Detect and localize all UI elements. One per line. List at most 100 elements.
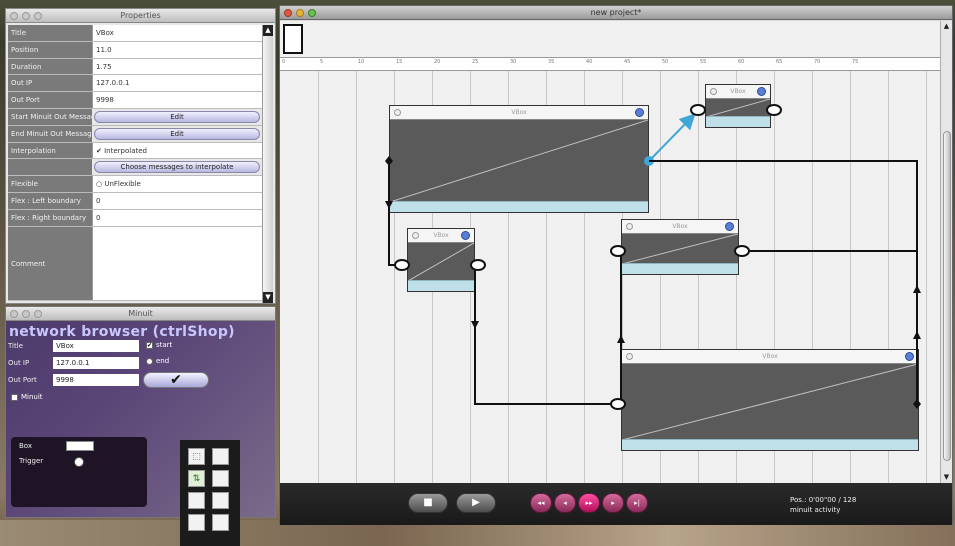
end-checkbox[interactable]: end <box>146 357 169 365</box>
prop-label <box>8 159 92 176</box>
port-icon[interactable] <box>470 259 486 271</box>
prop-row-choose-messages: Choose messages to interpolate <box>8 159 262 177</box>
port-icon[interactable] <box>690 104 706 116</box>
minuit-checkbox[interactable]: Minuit <box>11 393 43 401</box>
trigger-icon[interactable] <box>74 457 84 467</box>
network-browser-title: network browser (ctrlShop) <box>9 324 235 340</box>
minuit-ip-row: Out IP 127.0.0.1 <box>8 356 139 369</box>
prop-duration-field[interactable]: 1.75 <box>92 58 262 75</box>
interpolation-checkbox-label: Interpolated <box>104 146 147 155</box>
tool-slot-icon[interactable] <box>212 470 229 487</box>
scroll-track[interactable] <box>263 36 273 292</box>
relation-line[interactable] <box>474 265 612 405</box>
play-button[interactable]: ▶ <box>456 493 496 513</box>
minuit-port-field[interactable]: 9998 <box>53 373 139 386</box>
prop-row-flex-right: Flex : Right boundary 0 <box>8 209 262 227</box>
choose-messages-button[interactable]: Choose messages to interpolate <box>94 161 260 174</box>
properties-titlebar[interactable]: Properties <box>6 9 275 23</box>
radio-icon: ○ <box>96 180 103 189</box>
minuit-title-field[interactable]: VBox <box>53 339 139 352</box>
relation-line[interactable] <box>649 160 918 404</box>
prop-row-start-message: Start Minuit Out Message Edit <box>8 108 262 126</box>
checkmark-icon: ✔ <box>146 341 153 349</box>
checkmark-icon: ✔ <box>96 146 102 155</box>
anchor-icon[interactable] <box>385 156 393 166</box>
prop-label: Out IP <box>8 75 92 92</box>
prop-position-field[interactable]: 11.0 <box>92 41 262 58</box>
end-checkbox-label: end <box>156 357 170 365</box>
prop-row-duration: Duration 1.75 <box>8 58 262 76</box>
flexible-checkbox-label: UnFlexible <box>104 180 141 189</box>
canvas-scrollbar[interactable]: ▲ ▼ <box>940 21 952 483</box>
tool-slot-icon[interactable] <box>188 514 205 531</box>
prop-row-title: Title VBox <box>8 25 262 42</box>
relation-line-selected[interactable] <box>648 113 696 162</box>
properties-scrollbar[interactable]: ▲ ▼ <box>262 25 273 303</box>
relation-line[interactable] <box>388 161 398 266</box>
select-tool-icon[interactable]: ⬚ <box>188 448 205 465</box>
flex-left-field[interactable]: 0 <box>92 192 262 209</box>
timeline-canvas[interactable]: 0 5 10 15 20 25 30 35 40 45 50 55 60 65 … <box>280 21 940 483</box>
arrow-up-icon <box>913 331 921 339</box>
port-icon[interactable] <box>394 259 410 271</box>
minimize-icon[interactable] <box>22 310 30 318</box>
minuit-port-label: Out Port <box>8 375 37 384</box>
prop-label: Flexible <box>8 176 92 192</box>
confirm-button[interactable]: ✔ <box>143 372 209 388</box>
port-icon[interactable] <box>766 104 782 116</box>
minimize-icon[interactable] <box>22 12 30 20</box>
stop-button[interactable]: ■ <box>408 493 448 513</box>
main-titlebar[interactable]: new project* <box>280 6 952 20</box>
comment-textarea[interactable] <box>92 226 262 300</box>
anchor-icon[interactable] <box>913 399 921 409</box>
minuit-titlebar[interactable]: Minuit <box>6 307 275 321</box>
close-icon[interactable] <box>284 9 292 17</box>
speed-button[interactable]: ◂◂ <box>530 493 552 513</box>
minuit-title-row: Title VBox <box>8 339 139 352</box>
prop-out-ip-field[interactable]: 127.0.0.1 <box>92 75 262 92</box>
scroll-up-icon[interactable]: ▲ <box>263 25 273 36</box>
start-checkbox[interactable]: ✔ start <box>146 341 172 349</box>
tool-slot-icon[interactable] <box>212 514 229 531</box>
close-icon[interactable] <box>10 310 18 318</box>
prop-row-position: Position 11.0 <box>8 41 262 59</box>
speed-button[interactable]: ◂ <box>554 493 576 513</box>
scroll-down-icon[interactable]: ▼ <box>263 292 273 303</box>
port-icon[interactable] <box>610 398 626 410</box>
edit-start-message-button[interactable]: Edit <box>94 110 260 123</box>
minuit-checkbox-label: Minuit <box>21 393 43 401</box>
port-icon[interactable] <box>610 245 626 257</box>
window-controls <box>10 310 42 318</box>
speed-button[interactable]: ▸▸ <box>578 493 600 513</box>
tool-slot-icon[interactable] <box>188 492 205 509</box>
interpolation-checkbox[interactable]: ✔ Interpolated <box>92 142 262 159</box>
flex-right-field[interactable]: 0 <box>92 209 262 226</box>
scroll-down-icon[interactable]: ▼ <box>941 472 952 483</box>
minuit-ip-field[interactable]: 127.0.0.1 <box>53 356 139 369</box>
tool-slot-icon[interactable] <box>212 448 229 465</box>
speed-button[interactable]: ▸ <box>602 493 624 513</box>
transport-bar: ■ ▶ ◂◂ ◂ ▸▸ ▸ ▸| Pos.: 0'00"00 / 128 min… <box>280 483 952 525</box>
box-swatch[interactable] <box>66 441 94 451</box>
scroll-thumb[interactable] <box>943 131 951 461</box>
prop-label: Duration <box>8 58 92 75</box>
prop-out-port-field[interactable]: 9998 <box>92 92 262 108</box>
prop-row-comment: Comment <box>8 226 262 301</box>
zoom-icon[interactable] <box>34 12 42 20</box>
edit-end-message-button[interactable]: Edit <box>94 127 260 140</box>
tool-slot-icon[interactable] <box>212 492 229 509</box>
minimize-icon[interactable] <box>296 9 304 17</box>
zoom-icon[interactable] <box>308 9 316 17</box>
port-icon[interactable] <box>734 245 750 257</box>
prop-label: Flex : Left boundary <box>8 192 92 209</box>
flexible-checkbox[interactable]: ○ UnFlexible <box>92 176 262 192</box>
scroll-up-icon[interactable]: ▲ <box>941 21 952 32</box>
zoom-icon[interactable] <box>34 310 42 318</box>
speed-button[interactable]: ▸| <box>626 493 648 513</box>
relation-tool-icon[interactable]: ⇅ <box>188 470 205 487</box>
prop-title-field[interactable]: VBox <box>92 25 262 41</box>
prop-label: Flex : Right boundary <box>8 209 92 226</box>
start-checkbox-label: start <box>156 341 173 349</box>
main-window-title: new project* <box>590 8 642 17</box>
close-icon[interactable] <box>10 12 18 20</box>
